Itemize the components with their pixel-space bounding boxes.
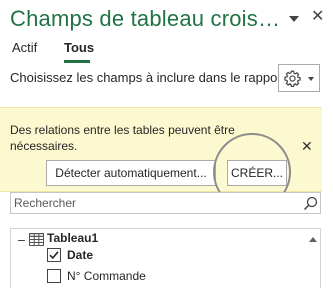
table-name[interactable]: Tableau1 bbox=[47, 231, 98, 245]
checkmark-icon bbox=[49, 251, 59, 260]
close-icon[interactable]: ✕ bbox=[301, 139, 313, 153]
pivot-field-list-pane: Champs de tableau crois… ✕ Actif Tous Ch… bbox=[0, 0, 333, 288]
collapse-icon[interactable] bbox=[18, 240, 25, 241]
close-icon[interactable]: ✕ bbox=[311, 9, 324, 25]
tab-tous[interactable]: Tous bbox=[64, 40, 94, 55]
detect-automatically-button[interactable]: Détecter automatiquement... bbox=[46, 160, 216, 186]
active-tab-indicator bbox=[64, 60, 90, 63]
choose-fields-label: Choisissez les champs à inclure dans le … bbox=[10, 70, 293, 85]
tools-button[interactable] bbox=[278, 64, 320, 92]
search-input[interactable] bbox=[14, 195, 294, 211]
search-box bbox=[10, 192, 321, 214]
gear-icon bbox=[284, 70, 301, 87]
tab-actif[interactable]: Actif bbox=[12, 40, 37, 55]
field-checkbox[interactable] bbox=[47, 248, 61, 262]
field-list: Tableau1 Date N° Commande bbox=[10, 228, 321, 288]
field-label: Date bbox=[67, 248, 94, 262]
chevron-down-icon[interactable] bbox=[289, 16, 299, 22]
search-icon[interactable] bbox=[303, 196, 318, 211]
field-checkbox[interactable] bbox=[47, 269, 61, 283]
scroll-up-arrow[interactable] bbox=[309, 237, 317, 242]
table-icon bbox=[29, 233, 44, 246]
pane-title: Champs de tableau crois… bbox=[10, 6, 281, 31]
field-label: N° Commande bbox=[67, 269, 146, 283]
chevron-down-icon bbox=[308, 77, 314, 81]
